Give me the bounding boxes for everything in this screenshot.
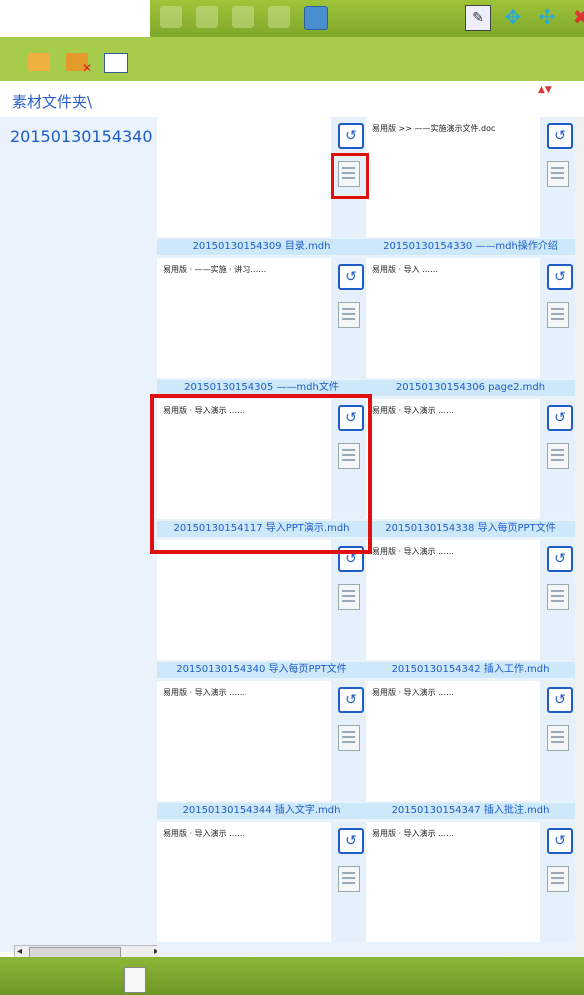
thumbnail-preview[interactable]: 易用版 · 导入演示 …… — [366, 540, 540, 660]
thumbnail-preview[interactable]: 易用版 · 导入演示 …… — [366, 822, 540, 942]
thumbnail-preview[interactable]: 易用版 · 导入演示 …… — [157, 681, 331, 801]
doc-title: 易用版 · 导入演示 …… — [163, 688, 246, 697]
open-icon[interactable]: ↺ — [547, 405, 573, 431]
thumbnail-cell[interactable]: 易用版 >> ——实施演示文件.doc ↺ — [366, 117, 575, 255]
pencil-icon[interactable]: ✎ — [465, 5, 491, 31]
thumbnail-caption[interactable]: 20150130154330 ——mdh操作介绍 — [366, 239, 575, 255]
thumbnail-actions: ↺ — [540, 117, 575, 237]
thumbnail-actions: ↺ — [540, 540, 575, 660]
thumbnail-actions: ↺ — [331, 681, 366, 801]
doc-title: 易用版 · 导入演示 …… — [372, 688, 455, 697]
thumbnail-caption[interactable]: 20150130154344 插入文字.mdh — [157, 803, 366, 819]
open-icon[interactable]: ↺ — [547, 828, 573, 854]
thumbnail-caption[interactable]: 20150130154338 导入每页PPT文件 — [366, 521, 575, 537]
list-icon[interactable] — [338, 302, 360, 328]
open-icon[interactable]: ↺ — [547, 687, 573, 713]
thumbnail-preview[interactable]: 易用版 · 导入演示 …… — [366, 681, 540, 801]
vertical-scrollbar[interactable] — [576, 117, 584, 952]
thumbnail-cell[interactable]: 易用版 · 导入演示 …… ↺ 20150130154342 插入工作.mdh — [366, 540, 575, 678]
bottom-bar — [0, 957, 584, 995]
thumbnail-actions: ↺ — [540, 822, 575, 942]
open-icon[interactable]: ↺ — [338, 264, 364, 290]
open-icon[interactable]: ↺ — [547, 546, 573, 572]
thumbnail-cell[interactable]: 易用版 · 导入演示 …… ↺ — [157, 822, 366, 960]
open-icon[interactable]: ↺ — [547, 264, 573, 290]
thumbnail-caption[interactable]: 20150130154340 导入每页PPT文件 — [157, 662, 366, 678]
doc-title: 易用版 · ——实施 · 讲习…… — [163, 265, 267, 274]
doc-title: 易用版 · 导入演示 …… — [372, 547, 455, 556]
thumbnail-cell[interactable]: 易用版 · ——实施 · 讲习…… ↺ 20150130154305 ——mdh… — [157, 258, 366, 396]
thumbnail-actions: ↺ — [540, 681, 575, 801]
toolbar-icons — [160, 6, 328, 30]
thumbnail-cell[interactable]: 易用版 · 导入演示 …… ↺ — [366, 822, 575, 960]
thumbnail-caption[interactable]: 20150130154309 目录.mdh — [157, 239, 366, 255]
thumbnail-preview[interactable] — [157, 117, 331, 237]
delete-folder-icon[interactable] — [66, 53, 92, 75]
doc-title: 易用版 · 导入演示 …… — [372, 829, 455, 838]
list-icon[interactable] — [547, 443, 569, 469]
thumbnail-actions: ↺ — [331, 258, 366, 378]
thumbnail-preview[interactable] — [157, 540, 331, 660]
open-icon[interactable]: ↺ — [338, 123, 364, 149]
scroll-left-icon[interactable]: ◂ — [17, 946, 22, 957]
new-folder-icon[interactable] — [28, 53, 50, 71]
shrink-icon[interactable]: ✣ — [535, 5, 559, 29]
thumbnail-cell[interactable]: ↺ 20150130154340 导入每页PPT文件 — [157, 540, 366, 678]
top-toolbar: ✎ ✥ ✣ ✖ — [0, 0, 584, 37]
thumbnail-actions: ↺ — [540, 399, 575, 519]
open-icon[interactable]: ↺ — [338, 828, 364, 854]
doc-title: 易用版 >> ——实施演示文件.doc — [372, 124, 496, 133]
thumbnail-preview[interactable]: 易用版 >> ——实施演示文件.doc — [366, 117, 540, 237]
thumbnail-preview[interactable]: 易用版 · ——实施 · 讲习…… — [157, 258, 331, 378]
cloud-icon[interactable] — [232, 6, 254, 28]
thumbnail-caption[interactable]: 20150130154342 插入工作.mdh — [366, 662, 575, 678]
list-icon[interactable] — [338, 866, 360, 892]
list-icon[interactable] — [338, 584, 360, 610]
path-label: 素材文件夹\ — [12, 93, 93, 111]
thumbnail-cell[interactable]: 易用版 · 导入演示 …… ↺ 20150130154338 导入每页PPT文件 — [366, 399, 575, 537]
thumbnail-preview[interactable]: 易用版 · 导入 …… — [366, 258, 540, 378]
list-icon[interactable] — [547, 302, 569, 328]
doc-title: 易用版 · 导入 …… — [372, 265, 439, 274]
toolbar-right: ✎ ✥ ✣ ✖ — [465, 5, 584, 31]
thumbnail-actions: ↺ — [331, 822, 366, 942]
thumbnail-preview[interactable]: 易用版 · 导入演示 …… — [366, 399, 540, 519]
toolbar-tab-gap — [0, 0, 150, 37]
folder-toolbar — [0, 37, 584, 81]
list-icon[interactable] — [547, 584, 569, 610]
thumbnail-cell[interactable]: 易用版 · 导入演示 …… ↺ 20150130154347 插入批注.mdh — [366, 681, 575, 819]
highlight-box — [331, 153, 369, 199]
window-icon[interactable] — [104, 53, 128, 73]
highlight-box — [150, 394, 372, 554]
thumbnail-actions: ↺ — [331, 540, 366, 660]
thumbnail-cell[interactable]: 易用版 · 导入 …… ↺ 20150130154306 page2.mdh — [366, 258, 575, 396]
thumbnail-actions: ↺ — [540, 258, 575, 378]
list-icon[interactable] — [338, 725, 360, 751]
gift-icon[interactable] — [268, 6, 290, 28]
save-disk-icon[interactable] — [304, 6, 328, 30]
open-icon[interactable]: ↺ — [338, 687, 364, 713]
path-bar: 素材文件夹\ ▲▼ — [0, 81, 584, 117]
camera-icon[interactable] — [160, 6, 182, 28]
thumbnail-cell[interactable]: 易用版 · 导入演示 …… ↺ 20150130154344 插入文字.mdh — [157, 681, 366, 819]
list-icon[interactable] — [547, 866, 569, 892]
list-icon[interactable] — [547, 725, 569, 751]
open-icon[interactable]: ↺ — [547, 123, 573, 149]
folder-tree: 20150130154340 — [0, 117, 157, 952]
edit-icon[interactable] — [196, 6, 218, 28]
sort-icon[interactable]: ▲▼ — [538, 85, 584, 113]
folder-item[interactable]: 20150130154340 — [10, 127, 157, 146]
document-icon[interactable] — [124, 967, 146, 993]
thumbnail-caption[interactable]: 20150130154347 插入批注.mdh — [366, 803, 575, 819]
move-icon[interactable]: ✥ — [501, 5, 525, 29]
thumbnail-caption[interactable]: 20150130154306 page2.mdh — [366, 380, 575, 396]
doc-title: 易用版 · 导入演示 …… — [163, 829, 246, 838]
list-icon[interactable] — [547, 161, 569, 187]
doc-title: 易用版 · 导入演示 …… — [372, 406, 455, 415]
thumbnail-preview[interactable]: 易用版 · 导入演示 …… — [157, 822, 331, 942]
close-icon[interactable]: ✖ — [569, 5, 584, 29]
